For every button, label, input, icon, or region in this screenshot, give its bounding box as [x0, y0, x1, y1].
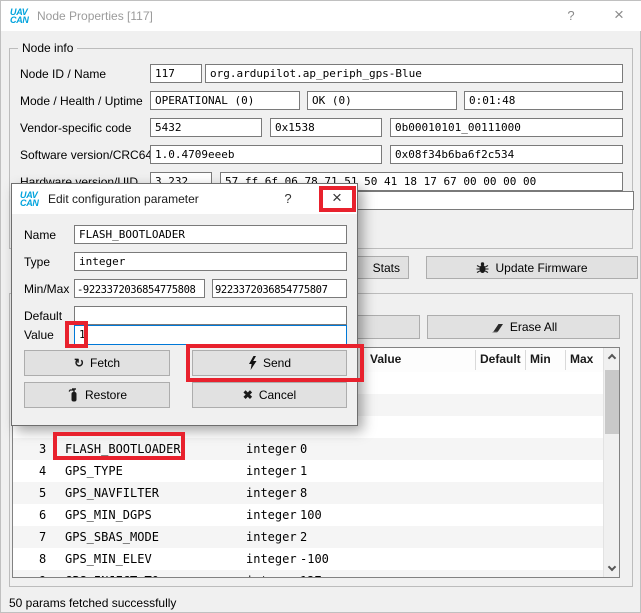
bug-icon — [476, 261, 489, 274]
param-name-label: Name — [24, 228, 56, 242]
refresh-icon: ↻ — [74, 356, 84, 370]
erase-all-button[interactable]: Erase All — [427, 315, 620, 339]
window-title: Node Properties [117] — [37, 9, 153, 23]
x-icon: ✖ — [243, 388, 253, 402]
send-button[interactable]: Send — [192, 350, 347, 376]
eraser-icon — [490, 322, 504, 333]
table-row[interactable]: 4 GPS_TYPE integer 1 — [13, 460, 604, 482]
restore-button[interactable]: Restore — [24, 382, 170, 408]
software-version-field[interactable]: 1.0.4709eeeb — [150, 145, 382, 164]
param-minmax-label: Min/Max — [24, 282, 69, 296]
scroll-up-icon[interactable] — [608, 354, 616, 362]
param-name-field[interactable]: FLASH_BOOTLOADER — [74, 225, 347, 244]
table-row[interactable]: 6 GPS_MIN_DGPS integer 100 — [13, 504, 604, 526]
close-icon[interactable]: × — [609, 6, 629, 23]
param-type-label: Type — [24, 255, 50, 269]
fetch-button[interactable]: ↻ Fetch — [24, 350, 170, 376]
table-row[interactable]: 5 GPS_NAVFILTER integer 8 — [13, 482, 604, 504]
param-default-field[interactable] — [74, 306, 347, 325]
scrollbar-thumb[interactable] — [605, 370, 619, 434]
send-label: Send — [263, 356, 291, 370]
vendor-code-label: Vendor-specific code — [20, 121, 131, 135]
vendor-code-dec-field[interactable]: 5432 — [150, 118, 262, 137]
node-name-field[interactable]: org.ardupilot.ap_periph_gps-Blue — [205, 64, 623, 83]
mode-health-uptime-label: Mode / Health / Uptime — [20, 94, 143, 108]
software-crc-field[interactable]: 0x08f34b6ba6f2c534 — [390, 145, 623, 164]
vertical-scrollbar[interactable] — [603, 348, 619, 577]
param-min-field[interactable]: -9223372036854775808 — [74, 279, 205, 298]
dialog-titlebar: UAV CAN Edit configuration parameter ? × — [12, 184, 357, 214]
param-max-field[interactable]: 9223372036854775807 — [212, 279, 347, 298]
param-default-label: Default — [24, 309, 62, 323]
table-row[interactable]: 3 FLASH_BOOTLOADER integer 0 — [13, 438, 604, 460]
param-type-field[interactable]: integer — [74, 252, 347, 271]
uavcan-logo-icon: UAV CAN — [20, 191, 39, 207]
update-firmware-label: Update Firmware — [495, 261, 587, 275]
erase-all-label: Erase All — [510, 320, 557, 334]
uavcan-logo-icon: UAV CAN — [10, 8, 29, 24]
cancel-button[interactable]: ✖ Cancel — [192, 382, 347, 408]
lightning-icon — [248, 356, 257, 370]
health-field[interactable]: OK (0) — [307, 91, 457, 110]
fire-extinguisher-icon — [67, 388, 79, 402]
node-id-field[interactable]: 117 — [150, 64, 202, 83]
vendor-code-hex-field[interactable]: 0x1538 — [270, 118, 382, 137]
header-default: Default — [480, 352, 521, 366]
node-id-name-label: Node ID / Name — [20, 67, 106, 81]
mode-field[interactable]: OPERATIONAL (0) — [150, 91, 300, 110]
vendor-code-bin-field[interactable]: 0b00010101_00111000 — [390, 118, 623, 137]
table-row[interactable]: 7 GPS_SBAS_MODE integer 2 — [13, 526, 604, 548]
header-min: Min — [530, 352, 551, 366]
param-value-field[interactable]: 1 — [74, 325, 347, 345]
cancel-label: Cancel — [259, 388, 296, 402]
logo-line2: CAN — [10, 16, 29, 24]
dialog-close-icon[interactable]: × — [327, 189, 347, 206]
table-row[interactable]: 9 GPS_INJECT_TO integer 127 — [13, 570, 604, 578]
header-value: Value — [370, 352, 401, 366]
scroll-down-icon[interactable] — [608, 563, 616, 571]
software-version-label: Software version/CRC64 — [20, 148, 152, 162]
update-firmware-button[interactable]: Update Firmware — [426, 256, 638, 279]
node-info-legend: Node info — [18, 41, 77, 55]
dialog-help-button[interactable]: ? — [278, 191, 298, 206]
status-bar: 50 params fetched successfully — [9, 596, 176, 610]
header-max: Max — [570, 352, 593, 366]
edit-config-param-dialog: UAV CAN Edit configuration parameter ? ×… — [11, 183, 358, 426]
fetch-label: Fetch — [90, 356, 120, 370]
param-value-label: Value — [24, 328, 54, 342]
help-button[interactable]: ? — [561, 8, 581, 23]
restore-label: Restore — [85, 388, 127, 402]
dialog-title: Edit configuration parameter — [48, 192, 199, 206]
transport-stats-label: Stats — [373, 261, 400, 275]
main-titlebar: UAV CAN Node Properties [117] ? × — [1, 1, 641, 31]
uptime-field[interactable]: 0:01:48 — [464, 91, 623, 110]
table-row[interactable]: 8 GPS_MIN_ELEV integer -100 — [13, 548, 604, 570]
